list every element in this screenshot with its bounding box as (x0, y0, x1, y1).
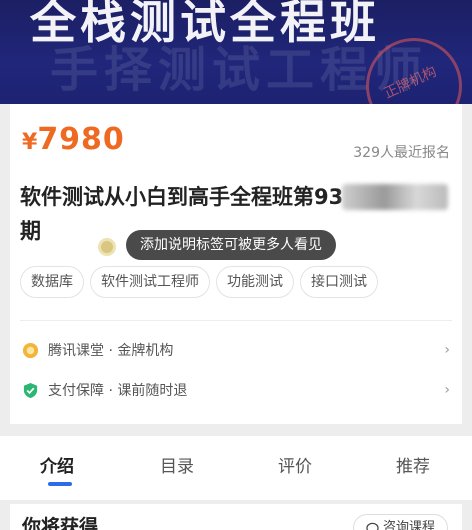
shield-check-icon (23, 382, 38, 398)
price-symbol: ¥ (22, 130, 38, 155)
tab-recommend[interactable]: 推荐 (396, 452, 430, 477)
price-value: 7980 (37, 122, 125, 157)
content-tabs: 介绍 目录 评价 推荐 (0, 436, 472, 500)
guarantee-row[interactable]: 支付保障 · 课前随时退 › (22, 376, 450, 404)
institution-row[interactable]: 腾讯课堂 · 金牌机构 › (22, 336, 450, 364)
guarantee-label: 支付保障 · 课前随时退 (48, 383, 188, 399)
blurred-image (342, 184, 448, 210)
course-info-card: ¥7980 329人最近报名 软件测试从小白到高手全程班第93期 添加说明标签可… (10, 104, 462, 424)
course-price: ¥7980 (22, 122, 125, 157)
enroll-count: 329人最近报名 (353, 145, 450, 161)
chat-icon (366, 522, 379, 530)
tag-test-engineer[interactable]: 软件测试工程师 (90, 266, 210, 298)
benefits-section: 你将获得 咨询课程 (10, 504, 462, 530)
consult-button[interactable]: 咨询课程 (352, 514, 448, 530)
tab-catalog[interactable]: 目录 (160, 452, 194, 477)
medal-icon (22, 342, 39, 358)
institution-label: 腾讯课堂 · 金牌机构 (48, 343, 174, 359)
label-tooltip[interactable]: 添加说明标签可被更多人看见 (126, 230, 336, 260)
section-title: 你将获得 (22, 516, 99, 530)
tag-api-testing[interactable]: 接口测试 (300, 266, 378, 298)
chevron-right-icon: › (444, 342, 450, 358)
chevron-right-icon: › (444, 382, 450, 398)
tab-intro[interactable]: 介绍 (40, 452, 74, 477)
tag-functional-testing[interactable]: 功能测试 (216, 266, 294, 298)
tag-list: 数据库 软件测试工程师 功能测试 接口测试 (20, 266, 378, 298)
consult-label: 咨询课程 (382, 520, 435, 530)
active-tab-indicator (48, 482, 72, 486)
divider (20, 320, 452, 321)
banner-title: 全栈测试全程班 (30, 0, 380, 49)
tooltip-anchor-dot[interactable] (98, 238, 116, 256)
course-banner: 手择测试工程师 全栈测试全程班 正牌机构 (0, 0, 472, 104)
tag-database[interactable]: 数据库 (20, 266, 84, 298)
tab-reviews[interactable]: 评价 (278, 452, 312, 477)
